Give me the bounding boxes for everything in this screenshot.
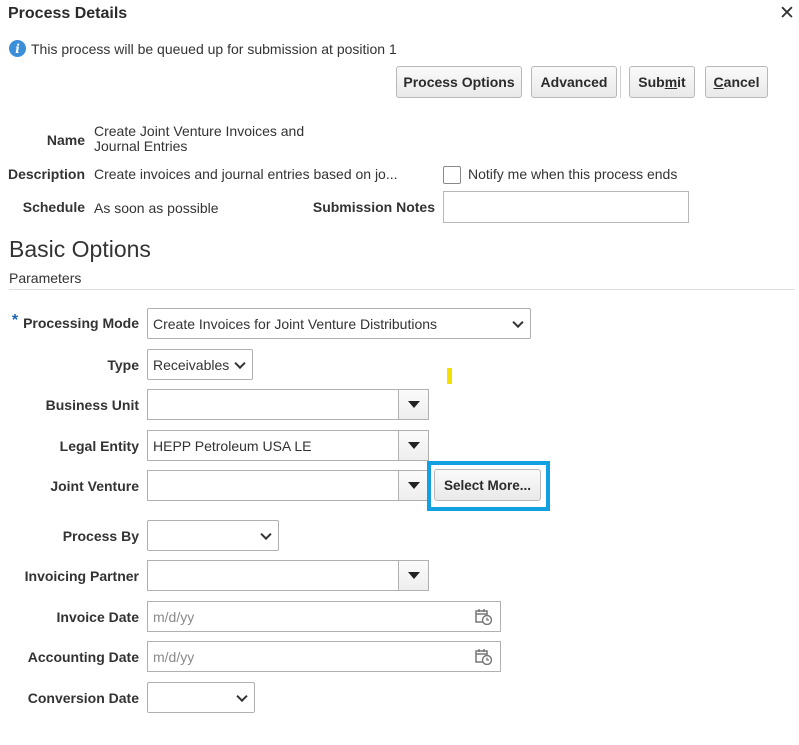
close-icon[interactable]: ✕ (778, 4, 796, 24)
joint-venture-label: Joint Venture (50, 478, 139, 494)
chevron-down-icon (260, 528, 272, 540)
calendar-icon[interactable] (475, 648, 492, 665)
section-title: Basic Options (9, 236, 151, 262)
invoicing-partner-dropdown-button[interactable] (399, 560, 429, 591)
notify-label: Notify me when this process ends (468, 166, 678, 182)
description-value: Create invoices and journal entries base… (94, 166, 398, 182)
description-label: Description (7, 166, 85, 182)
cancel-label-end: ancel (723, 74, 760, 90)
dropdown-arrow-icon (407, 482, 420, 489)
processing-mode-value: Create Invoices for Joint Venture Distri… (153, 315, 438, 332)
type-select[interactable]: Receivables (147, 349, 253, 380)
toolbar-separator (620, 66, 621, 98)
process-by-label: Process By (62, 528, 139, 544)
cancel-button[interactable]: Cancel (705, 66, 768, 98)
processing-mode-label-text: Processing Mode (23, 315, 139, 331)
processing-mode-label: * Processing Mode (11, 312, 139, 333)
name-label: Name (46, 132, 85, 148)
accounting-date-input[interactable]: m/d/yy (147, 641, 501, 672)
accounting-date-placeholder: m/d/yy (153, 648, 195, 665)
section-subtitle: Parameters (9, 270, 82, 286)
dropdown-arrow-icon (407, 442, 420, 449)
legal-entity-label: Legal Entity (59, 438, 139, 454)
dropdown-arrow-icon (407, 572, 420, 579)
business-unit-label: Business Unit (45, 397, 139, 413)
submit-button[interactable]: Sub m it (629, 66, 695, 98)
invoice-date-placeholder: m/d/yy (153, 608, 195, 625)
submit-label-start: Sub (638, 74, 665, 90)
submit-mnemonic: m (664, 74, 678, 90)
legal-entity-dropdown-button[interactable] (399, 430, 429, 461)
yellow-marker (447, 368, 452, 384)
invoicing-partner-label: Invoicing Partner (24, 568, 139, 584)
calendar-icon[interactable] (475, 608, 492, 625)
joint-venture-dropdown-button[interactable] (399, 470, 429, 501)
select-more-button[interactable]: Select More... (434, 469, 541, 501)
name-value-line1: Create Joint Venture Invoices and (94, 123, 305, 139)
business-unit-dropdown-button[interactable] (399, 389, 429, 420)
schedule-label: Schedule (22, 199, 85, 215)
invoice-date-input[interactable]: m/d/yy (147, 601, 501, 632)
info-icon: i (9, 40, 26, 57)
notify-checkbox[interactable] (443, 166, 461, 184)
conversion-date-select[interactable] (147, 682, 255, 713)
process-options-button[interactable]: Process Options (396, 66, 522, 98)
dialog-title: Process Details (8, 5, 128, 22)
info-message: i This process will be queued up for sub… (9, 40, 397, 57)
business-unit-input[interactable] (147, 389, 399, 420)
process-by-select[interactable] (147, 520, 279, 551)
name-value: Create Joint Venture Invoices and Journa… (94, 124, 304, 154)
type-value: Receivables (153, 356, 230, 373)
joint-venture-input[interactable] (147, 470, 399, 501)
chevron-down-icon (234, 357, 246, 369)
submission-notes-input[interactable] (443, 191, 689, 223)
accounting-date-label: Accounting Date (27, 649, 139, 665)
conversion-date-label: Conversion Date (27, 690, 139, 706)
info-text: This process will be queued up for submi… (31, 40, 397, 57)
type-label: Type (107, 357, 139, 373)
required-indicator: * (11, 312, 19, 329)
invoice-date-label: Invoice Date (56, 609, 139, 625)
invoicing-partner-input[interactable] (147, 560, 399, 591)
dropdown-arrow-icon (407, 401, 420, 408)
advanced-button[interactable]: Advanced (531, 66, 617, 98)
chevron-down-icon (236, 690, 248, 702)
chevron-down-icon (512, 316, 524, 328)
processing-mode-select[interactable]: Create Invoices for Joint Venture Distri… (147, 308, 531, 339)
submit-label-end: it (677, 74, 686, 90)
legal-entity-input[interactable]: HEPP Petroleum USA LE (147, 430, 399, 461)
submission-notes-label: Submission Notes (312, 199, 435, 215)
schedule-value: As soon as possible (94, 200, 219, 216)
section-divider (9, 289, 795, 290)
name-value-line2: Journal Entries (94, 138, 188, 154)
cancel-mnemonic: C (713, 74, 724, 90)
